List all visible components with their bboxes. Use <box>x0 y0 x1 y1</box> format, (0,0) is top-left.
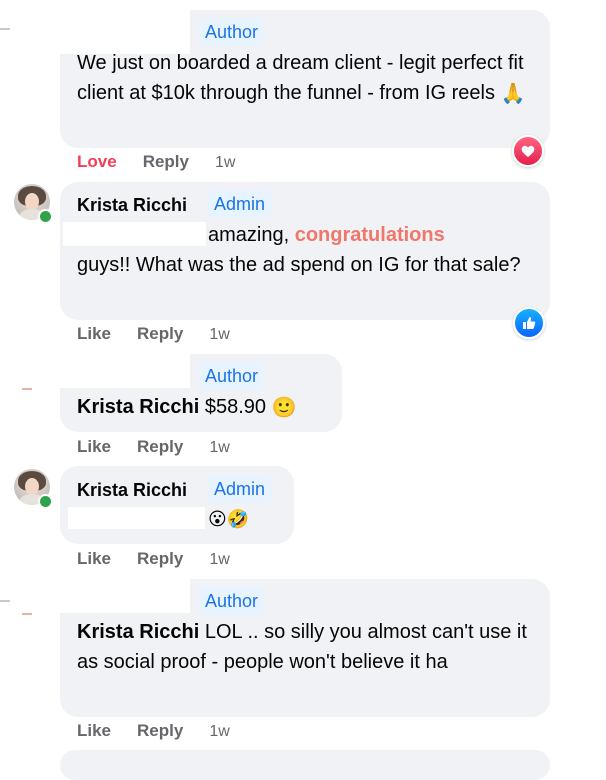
redacted-mention <box>68 507 205 529</box>
comment-actions: Like Reply 1w <box>77 324 230 344</box>
love-reaction-icon[interactable] <box>512 135 544 167</box>
like-button[interactable]: Like <box>77 437 111 457</box>
comment-text-continued: guys!! What was the ad spend on IG for t… <box>77 254 521 276</box>
like-button[interactable]: Like <box>77 549 111 569</box>
author-badge: Author <box>199 18 265 46</box>
author-badge: Author <box>199 362 265 390</box>
comment-text: amazing, congratulations <box>208 224 445 246</box>
comment-actions: Like Reply 1w <box>77 549 230 569</box>
like-reaction-icon[interactable] <box>513 307 545 339</box>
thread-mark <box>22 613 32 615</box>
reply-button[interactable]: Reply <box>143 152 189 172</box>
author-badge: Author <box>199 587 265 615</box>
online-status-icon <box>38 209 53 224</box>
admin-badge: Admin <box>208 475 272 503</box>
comment-author[interactable]: Krista Ricchi <box>77 480 187 501</box>
online-status-icon <box>38 494 53 509</box>
like-button[interactable]: Like <box>77 324 111 344</box>
thread-mark <box>0 600 10 602</box>
mention-link[interactable]: Krista Ricchi <box>77 621 199 643</box>
timestamp[interactable]: 1w <box>209 551 229 569</box>
admin-badge: Admin <box>208 190 272 218</box>
comment-text: Krista Ricchi LOL .. so silly you almost… <box>77 621 527 673</box>
mention-link[interactable]: Krista Ricchi <box>77 396 199 418</box>
comment-actions: Like Reply 1w <box>77 437 230 457</box>
timestamp[interactable]: 1w <box>215 154 235 172</box>
thread-mark <box>22 388 32 390</box>
timestamp[interactable]: 1w <box>209 439 229 457</box>
reply-button[interactable]: Reply <box>137 721 183 741</box>
reply-button[interactable]: Reply <box>137 324 183 344</box>
folded-hands-emoji: 🙏 <box>500 82 526 105</box>
smile-emoji: 🙂 <box>271 396 297 419</box>
comment-text: We just on boarded a dream client - legi… <box>77 48 537 109</box>
thread-mark <box>0 28 10 30</box>
reply-button[interactable]: Reply <box>137 549 183 569</box>
redacted-name <box>60 577 190 613</box>
redacted-name <box>60 352 190 388</box>
redacted-mention <box>63 222 206 246</box>
like-button[interactable]: Like <box>77 721 111 741</box>
reply-button[interactable]: Reply <box>137 437 183 457</box>
shocked-laughing-emoji: 😮🤣 <box>208 509 250 529</box>
comment-actions: Love Reply 1w <box>77 152 235 172</box>
love-button[interactable]: Love <box>77 152 117 172</box>
timestamp[interactable]: 1w <box>209 723 229 741</box>
next-comment-bubble <box>60 750 550 780</box>
comment-author[interactable]: Krista Ricchi <box>77 195 187 216</box>
timestamp[interactable]: 1w <box>209 326 229 344</box>
comment-actions: Like Reply 1w <box>77 721 230 741</box>
comment-text: Krista Ricchi $58.90 🙂 <box>77 392 296 423</box>
